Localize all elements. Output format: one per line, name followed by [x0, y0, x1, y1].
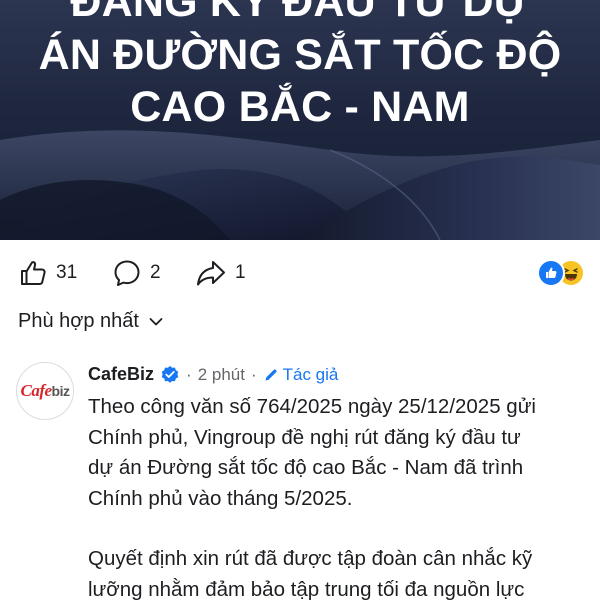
paragraph-gap: [88, 514, 600, 544]
share-count: 1: [235, 262, 246, 284]
chevron-down-icon: [149, 317, 163, 327]
reaction-bar: 31 2 1: [0, 240, 600, 304]
separator-dot: ·: [186, 365, 192, 385]
comment-author-name[interactable]: CafeBiz: [88, 364, 154, 385]
comment-sort-dropdown[interactable]: Phù hợp nhất: [18, 310, 163, 333]
comment-header: CafeBiz · 2 phút · Tác giả: [88, 364, 338, 385]
thumbs-up-icon: [18, 258, 48, 288]
avatar-logo-text: biz: [52, 383, 70, 399]
comment-line: dự án Đường sắt tốc độ cao Bắc - Nam đã …: [88, 453, 600, 484]
post-title-line: ÁN ĐƯỜNG SẮT TỐC ĐỘ: [0, 30, 600, 80]
avatar[interactable]: Cafebiz: [16, 362, 74, 420]
share-arrow-icon: [195, 258, 227, 288]
post-image[interactable]: ĐĂNG KÝ ĐẦU TƯ DỰ ÁN ĐƯỜNG SẮT TỐC ĐỘ CA…: [0, 0, 600, 240]
post-title-line: ĐĂNG KÝ ĐẦU TƯ DỰ: [0, 0, 600, 27]
comment-count: 2: [150, 262, 161, 284]
author-badge-label: Tác giả: [283, 365, 339, 385]
like-count: 31: [56, 262, 77, 284]
author-badge: Tác giả: [263, 365, 339, 385]
comment-time[interactable]: 2 phút: [198, 365, 245, 385]
comment-line: Chính phủ, Vingroup đề nghị rút đăng ký …: [88, 423, 600, 454]
like-emoji-icon: [537, 259, 565, 287]
verified-badge-icon: [160, 365, 180, 385]
comment-button[interactable]: 2: [112, 258, 161, 288]
comment-line: Quyết định xin rút đã được tập đoàn cân …: [88, 544, 600, 575]
post-title-line: CAO BẮC - NAM: [0, 82, 600, 132]
sort-label: Phù hợp nhất: [18, 310, 139, 333]
comment-line: Theo công văn số 764/2025 ngày 25/12/202…: [88, 392, 600, 423]
pencil-icon: [263, 367, 279, 383]
comment-line: lưỡng nhằm đảm bảo tập trung tối đa nguồ…: [88, 575, 600, 605]
reaction-summary[interactable]: [537, 259, 589, 289]
comment-line: Chính phủ vào tháng 5/2025.: [88, 484, 600, 515]
share-button[interactable]: 1: [195, 258, 246, 288]
like-button[interactable]: 31: [18, 258, 77, 288]
comment-text: Theo công văn số 764/2025 ngày 25/12/202…: [88, 392, 600, 605]
separator-dot: ·: [251, 365, 257, 385]
comment-bubble-icon: [112, 258, 142, 288]
avatar-logo-text: Cafe: [21, 381, 52, 401]
